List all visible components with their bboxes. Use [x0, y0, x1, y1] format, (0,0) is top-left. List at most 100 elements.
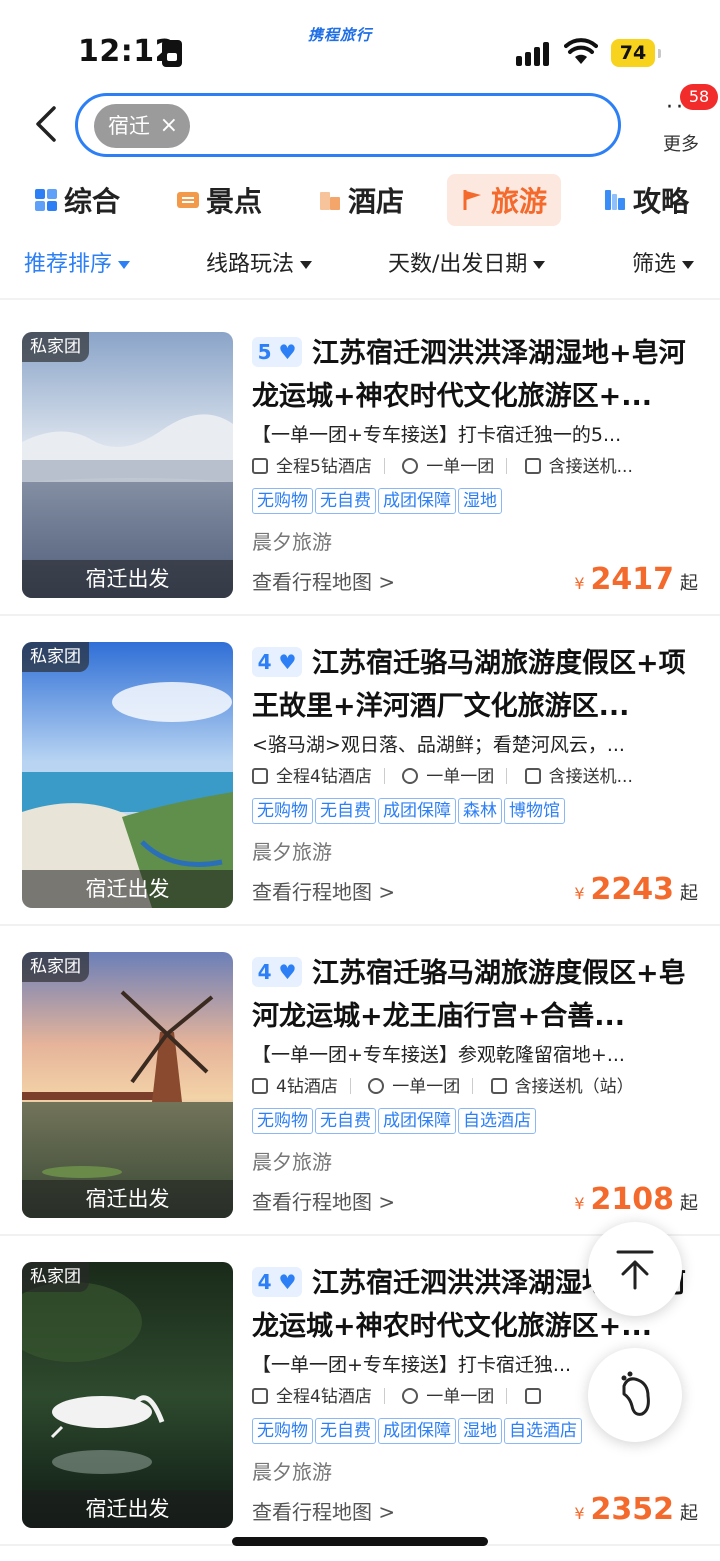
transfer-info: 含接送机...: [524, 762, 633, 792]
tour-description: 【一单一团+专车接送】参观乾隆留宿地+...: [252, 1044, 625, 1066]
hotel-level-text: 全程4钻酒店: [276, 767, 372, 787]
wifi-icon: [564, 38, 598, 64]
feature-tag: 成团保障: [378, 798, 456, 824]
tour-card[interactable]: 私家团 宿迁出发 4 ♥ 江苏宿迁骆马湖旅游度假区+项王故里+洋河酒厂文化旅游区.…: [0, 616, 720, 926]
card-footer: 查看行程地图 > ¥2352 起: [252, 1492, 698, 1532]
tab-hotels[interactable]: 酒店: [318, 174, 404, 226]
filter-days-date[interactable]: 天数/出发日期: [388, 246, 546, 278]
car-icon: [524, 458, 541, 474]
car-icon: [524, 1388, 541, 1404]
feature-tag: 无购物: [252, 798, 313, 824]
currency-symbol: ¥: [574, 1194, 585, 1213]
guide-icon: [605, 190, 625, 210]
diamond-level-badge: 5 ♥: [252, 337, 302, 367]
tab-label: 旅游: [491, 185, 548, 218]
feature-tags: 无购物 无自费 成团保障 森林 博物馆: [252, 798, 698, 828]
browse-history-button[interactable]: [588, 1348, 682, 1442]
tour-title[interactable]: 4 ♥ 江苏宿迁骆马湖旅游度假区+皂河龙运城+龙王庙行宫+合善...: [252, 952, 698, 1038]
tab-attractions[interactable]: 景点: [176, 174, 262, 226]
view-route-map-link[interactable]: 查看行程地图 >: [252, 1186, 395, 1215]
diamond-level-badge: 4 ♥: [252, 647, 302, 677]
price-value: 2417: [590, 562, 675, 597]
tour-title-text: 江苏宿迁骆马湖旅游度假区+项王故里+洋河酒厂文化旅游区...: [252, 648, 686, 722]
transfer-text: 含接送机...: [548, 767, 633, 787]
tour-meta: 全程4钻酒店 一单一团 含接送机...: [252, 762, 698, 792]
transfer-text: 含接送机...: [548, 457, 633, 477]
scroll-to-top-button[interactable]: [588, 1222, 682, 1316]
view-route-map-link[interactable]: 查看行程地图 >: [252, 876, 395, 905]
battery-indicator: 74: [611, 39, 661, 67]
transfer-info: [524, 1382, 549, 1412]
tour-price: ¥2108 起: [574, 1182, 698, 1217]
view-route-map-link[interactable]: 查看行程地图 >: [252, 1496, 395, 1525]
group-type-text: 一单一团: [426, 1387, 495, 1407]
feature-tag: 无自费: [315, 798, 376, 824]
feature-tag: 成团保障: [378, 488, 456, 514]
tour-thumbnail[interactable]: 私家团 宿迁出发: [22, 952, 233, 1218]
feature-tag: 森林: [458, 798, 502, 824]
tour-info: 4 ♥ 江苏宿迁骆马湖旅游度假区+项王故里+洋河酒厂文化旅游区... <骆马湖>观…: [252, 642, 698, 912]
hotel-level: 全程4钻酒店: [252, 762, 372, 792]
tour-card[interactable]: 私家团 宿迁出发 4 ♥ 江苏宿迁骆马湖旅游度假区+皂河龙运城+龙王庙行宫+合善.…: [0, 926, 720, 1236]
group-type-text: 一单一团: [392, 1077, 461, 1097]
filter-route[interactable]: 线路玩法: [206, 246, 313, 278]
footprint-icon: [621, 1371, 650, 1416]
transfer-text: 含接送机（站）: [514, 1077, 634, 1097]
divider: [0, 298, 720, 300]
currency-symbol: ¥: [574, 1504, 585, 1523]
home-indicator[interactable]: [232, 1537, 488, 1546]
diamond-level: 4: [257, 650, 272, 674]
group-type: 一单一团: [402, 762, 494, 792]
filter-more[interactable]: 筛选: [632, 246, 695, 278]
person-icon: [368, 1078, 385, 1094]
hotel-icon: [320, 192, 340, 210]
tour-card[interactable]: 私家团 宿迁出发 5 ♥ 江苏宿迁泗洪洪泽湖湿地+皂河龙运城+神农时代文化旅游区+…: [0, 306, 720, 616]
feature-tag: 湿地: [458, 1418, 502, 1444]
windmill-photo: [22, 952, 233, 1218]
person-icon: [402, 768, 419, 784]
filter-sort[interactable]: 推荐排序: [24, 246, 131, 278]
agency-name: 晨夕旅游: [252, 530, 332, 554]
search-keyword-chip[interactable]: 宿迁 ×: [94, 104, 190, 148]
search-input[interactable]: 宿迁 ×: [75, 93, 621, 157]
tab-overview[interactable]: 综合: [34, 174, 120, 226]
caret-down-icon: [533, 261, 546, 269]
more-label: 更多: [663, 134, 699, 155]
tab-guides[interactable]: 攻略: [603, 174, 689, 226]
tour-title[interactable]: 5 ♥ 江苏宿迁泗洪洪泽湖湿地+皂河龙运城+神农时代文化旅游区+...: [252, 332, 698, 418]
sim-card-icon: [162, 40, 182, 67]
feature-tags: 无购物 无自费 成团保障 湿地: [252, 488, 698, 518]
diamond-level: 4: [257, 960, 272, 984]
back-arrow-icon[interactable]: [28, 104, 64, 144]
agency-name: 晨夕旅游: [252, 1460, 332, 1484]
clear-keyword-icon[interactable]: ×: [160, 104, 178, 148]
filter-label: 筛选: [632, 252, 677, 277]
feature-tag: 博物馆: [504, 798, 565, 824]
feature-tag: 无购物: [252, 1108, 313, 1134]
tour-thumbnail[interactable]: 私家团 宿迁出发: [22, 332, 233, 598]
view-route-map-link[interactable]: 查看行程地图 >: [252, 566, 395, 595]
tour-info: 4 ♥ 江苏宿迁骆马湖旅游度假区+皂河龙运城+龙王庙行宫+合善... 【一单一团+…: [252, 952, 698, 1222]
price-value: 2108: [590, 1182, 675, 1217]
building-icon: [252, 768, 268, 784]
feature-tag: 自选酒店: [458, 1108, 536, 1134]
tour-title-text: 江苏宿迁骆马湖旅游度假区+皂河龙运城+龙王庙行宫+合善...: [252, 958, 686, 1032]
lake-snow-photo: [22, 332, 233, 598]
tour-description: <骆马湖>观日落、品湖鲜；看楚河风云，...: [252, 734, 625, 756]
price-suffix: 起: [680, 573, 698, 594]
group-type-text: 一单一团: [426, 767, 495, 787]
tour-title[interactable]: 4 ♥ 江苏宿迁骆马湖旅游度假区+项王故里+洋河酒厂文化旅游区...: [252, 642, 698, 728]
tour-thumbnail[interactable]: 私家团 宿迁出发: [22, 642, 233, 908]
car-icon: [524, 768, 541, 784]
building-icon: [252, 1078, 268, 1094]
tab-label: 酒店: [348, 185, 405, 218]
currency-symbol: ¥: [574, 574, 585, 593]
private-tour-tag: 私家团: [22, 1262, 89, 1292]
car-icon: [490, 1078, 507, 1094]
feature-tag: 自选酒店: [504, 1418, 582, 1444]
tab-tours[interactable]: 旅游: [447, 174, 562, 226]
group-type: 一单一团: [368, 1072, 460, 1102]
price-suffix: 起: [680, 883, 698, 904]
tour-thumbnail[interactable]: 私家团 宿迁出发: [22, 1262, 233, 1528]
feature-tag: 湿地: [458, 488, 502, 514]
